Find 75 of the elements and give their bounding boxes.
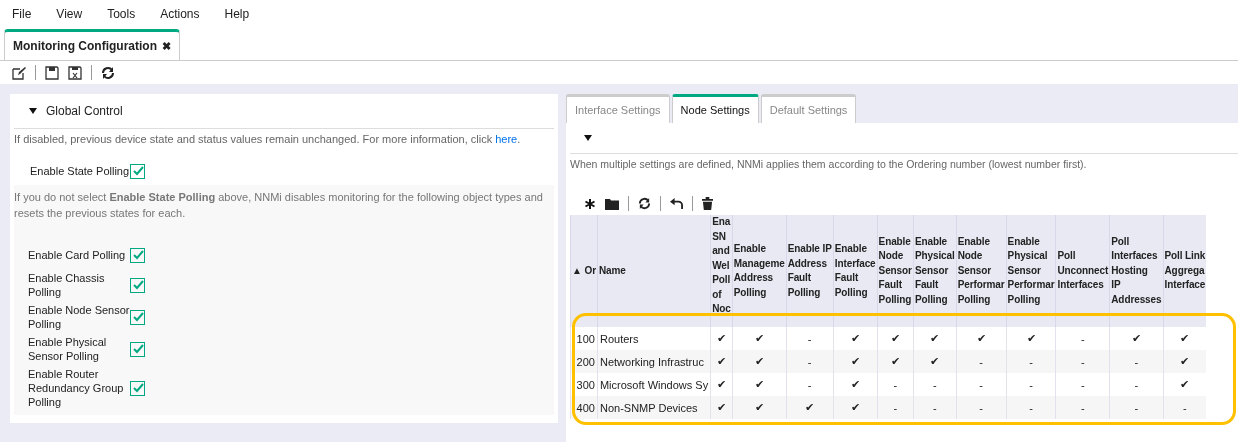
checkbox-label: Enable Physical Sensor Polling [28,335,108,363]
checkbox-label: Enable Node Sensor Polling [28,303,130,331]
table-cell: - [877,396,914,419]
refresh-icon[interactable] [638,197,651,210]
table-cell: ✔ [786,396,834,419]
settings-tab[interactable]: Default Settings [760,94,857,123]
table-cell: - [913,396,957,419]
menu-item[interactable]: File [12,7,32,21]
table-cell: - [1055,396,1110,419]
column-header[interactable]: Enable Physical Sensor Fault Polling [913,215,957,327]
column-header[interactable]: Ena SN and Wel Poll of Noc [710,215,733,327]
column-header[interactable]: Name [597,215,711,327]
delete-icon[interactable] [702,197,713,210]
checkbox[interactable] [130,341,145,357]
column-header[interactable]: Enable Node Sensor Fault Polling [877,215,914,327]
table-cell: ✔ [913,350,957,373]
column-header[interactable]: Poll Interfaces Hosting IP Addresses [1109,215,1163,327]
table-cell: Networking Infrastruc [597,350,711,373]
column-header[interactable]: ▲ Or [570,215,598,327]
table-cell: ✔ [732,350,787,373]
table-cell: - [1006,350,1056,373]
checkbox[interactable] [130,247,145,263]
settings-tab[interactable]: Node Settings [671,94,759,123]
column-header[interactable]: Enable Node Sensor Performar Polling [956,215,1007,327]
save-icon[interactable] [45,65,59,80]
table-cell: - [956,350,1007,373]
checkbox-label: Enable Card Polling [28,248,127,262]
checkbox[interactable] [130,163,145,179]
document-tab[interactable]: Monitoring Configuration ✖ [4,29,180,60]
table-cell: ✔ [710,396,733,419]
close-icon[interactable]: ✖ [161,39,171,53]
column-header[interactable]: Enable Interface Fault Polling [833,215,878,327]
save-as-icon[interactable] [68,65,82,80]
table-cell: ✔ [732,396,787,419]
description-text: When multiple settings are defined, NNMi applies them according to the Ordering number (lowest number first). [570,158,1088,170]
table-cell: - [786,350,834,373]
checkbox-label: Enable Chassis Polling [28,271,106,299]
collapse-triangle-icon[interactable] [584,135,592,141]
column-header[interactable]: Poll Unconnect Interfaces [1055,215,1110,327]
column-header[interactable]: Enable Manageme Address Polling [732,215,787,327]
checkbox[interactable] [130,309,145,325]
table-cell: ✔ [833,396,878,419]
new-asterisk-icon[interactable] [584,197,596,210]
menu-item[interactable]: View [56,7,83,21]
checkbox[interactable] [130,277,145,293]
table-cell: - [956,396,1007,419]
column-header[interactable]: Enable Physical Sensor Performar Polling [1006,215,1056,327]
help-link[interactable]: here [495,133,518,145]
edit-icon[interactable] [12,65,26,80]
menu-item[interactable]: Help [224,7,250,21]
undo-icon[interactable] [670,197,683,210]
info-text: If disabled, previous device state and status values remain unchanged. For more information, click here. [13,133,522,145]
section-title: Global Control [46,104,123,118]
table-cell: ✔ [710,350,733,373]
table-cell: - [1109,350,1163,373]
table-cell: Non-SNMP Devices [597,396,711,419]
menu-item[interactable]: Tools [107,7,136,21]
table-cell: ✔ [1163,350,1207,373]
note-text: If you do not select Enable State Polling above, NNMi disables monitoring for the following object types and resets the previous states for each. [14,190,544,221]
checkbox[interactable] [130,380,145,396]
column-header[interactable]: Poll Link Aggrega Interface [1163,215,1207,327]
folder-icon[interactable] [605,197,619,210]
table-cell: - [1055,350,1110,373]
table-cell: - [1163,396,1207,419]
collapse-triangle-icon[interactable] [29,108,37,114]
table-cell: ✔ [833,350,878,373]
menu-item[interactable]: Actions [160,7,200,21]
checkbox-label: Enable State Polling [30,164,130,178]
table-cell: ✔ [877,350,914,373]
refresh-icon[interactable] [101,65,115,80]
table-cell: - [1006,396,1056,419]
checkbox-label: Enable Router Redundancy Group Polling [28,367,125,409]
table-cell: - [1109,396,1163,419]
settings-tab[interactable]: Interface Settings [566,94,670,123]
column-header[interactable]: Enable IP Address Fault Polling [786,215,834,327]
